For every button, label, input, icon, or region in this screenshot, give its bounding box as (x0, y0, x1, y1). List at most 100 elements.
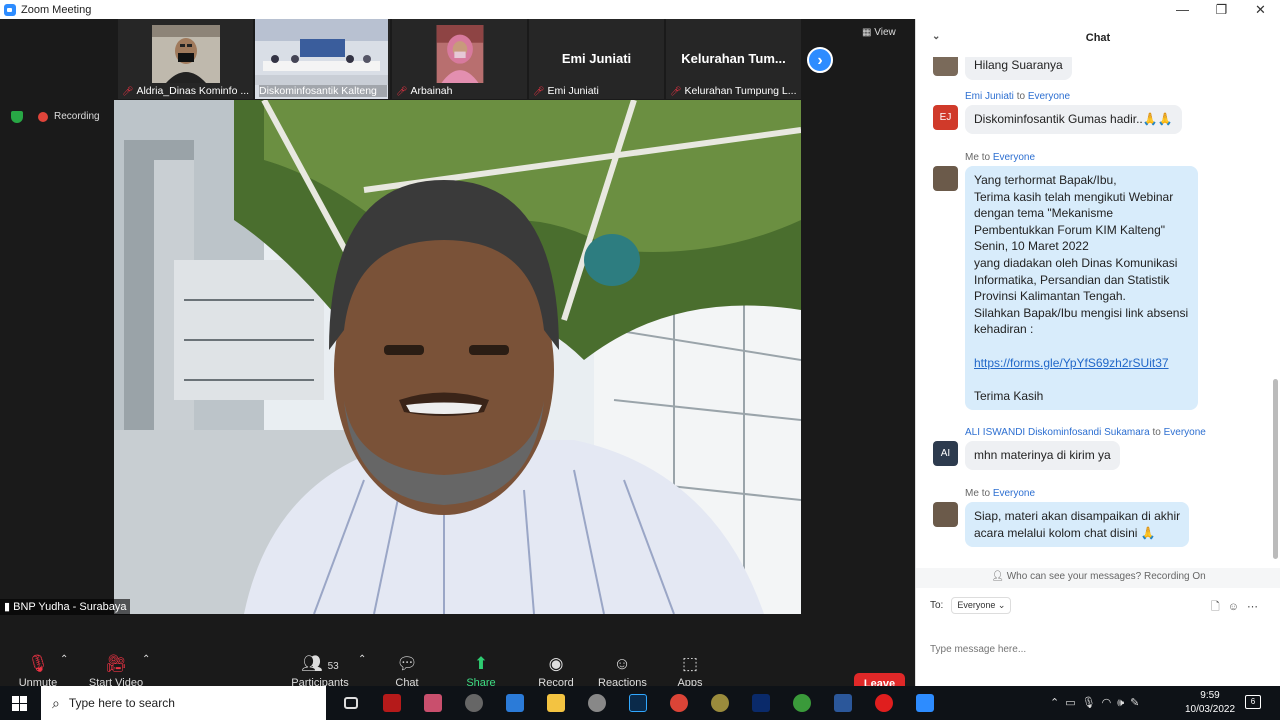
next-page-button[interactable]: › (807, 47, 833, 73)
clock-date: 10/03/2022 (1184, 704, 1236, 715)
message-line: Senin, 10 Maret 2022 (974, 239, 1089, 254)
signal-icon: ▮ (4, 601, 14, 613)
app-3-icon[interactable] (494, 691, 535, 715)
who-can-see-text: Who can see your messages? Recording On (1006, 571, 1206, 582)
opera-icon[interactable] (863, 691, 904, 715)
caret-up-icon: ⌃ (60, 654, 69, 665)
chat-tools: 🗋︎☺⋯ (1211, 598, 1266, 617)
chat-message: Me to Everyone Yang terhormat Bapak/Ibu,… (933, 152, 1263, 411)
message-text: Diskominfosantik Gumas hadir..🙏🙏 (965, 105, 1182, 134)
participant-name: Aldria_Dinas Kominfo ... (136, 85, 250, 97)
apps-button[interactable]: ⬚ Apps (676, 651, 704, 689)
mic-icon[interactable]: 🎙︎ (1082, 697, 1102, 709)
chevron-down-icon: ⌄ (997, 600, 1006, 610)
photoshop-icon[interactable] (740, 691, 781, 715)
volume-icon[interactable]: 🕪︎ (1117, 697, 1130, 709)
video-options-caret[interactable]: ⌃ (142, 647, 150, 673)
wifi-icon[interactable]: ◠ (1102, 697, 1118, 709)
muted-mic-icon: 🎤︎ (670, 86, 682, 96)
minimize-icon[interactable]: — (1163, 0, 1202, 19)
meeting-area: 🎤︎ Aldria_Dinas Kominfo ... Diskominfosan… (0, 19, 915, 705)
participant-display-name: Emi Juniati (561, 51, 632, 66)
word-icon[interactable] (822, 691, 863, 715)
emoji-icon[interactable]: ☺ (1228, 601, 1247, 613)
chat-message: ALI ISWANDI Diskominfosandi Sukamara to … (933, 427, 1263, 470)
chat-message-input[interactable] (930, 619, 1270, 679)
message-text: mhn materinya di kirim ya (965, 441, 1120, 470)
chat-message: Hilang Suaranya (933, 57, 1263, 80)
record-icon: ◉ (548, 654, 564, 673)
app-icon[interactable] (699, 691, 740, 715)
taskbar-clock[interactable]: 9:59 10/03/2022 (1180, 689, 1240, 717)
notification-icon[interactable]: 6 (1245, 695, 1261, 709)
recording-indicator[interactable]: Recording (38, 111, 100, 122)
record-button[interactable]: ◉ Record (538, 651, 574, 689)
pen-icon[interactable]: ✎ (1130, 697, 1145, 709)
recipient-name: Everyone (992, 488, 1036, 499)
chevron-down-icon[interactable]: ⌄ (932, 31, 940, 42)
share-screen-icon: ⬆︎ (473, 654, 489, 673)
recipient-name: Everyone (1027, 91, 1071, 102)
taskbar-search[interactable]: ⌕ Type here to search (41, 686, 326, 720)
form-link[interactable]: https://forms.gle/YpYfS69zh2rSUit37 (974, 356, 1169, 370)
participant-video (436, 25, 483, 83)
participant-name: Emi Juniati (547, 85, 599, 97)
to-label: To: (930, 600, 944, 611)
chrome-icon[interactable] (658, 691, 699, 715)
chat-scrollbar[interactable] (1273, 57, 1278, 562)
chat-message: Me to Everyone Siap, materi akan disampa… (933, 488, 1263, 548)
who-can-see-notice[interactable]: 👤︎ Who can see your messages? Recording … (916, 568, 1280, 588)
photoshop-icon[interactable] (617, 691, 658, 715)
to-word: to (1152, 427, 1161, 438)
window-title: Zoom Meeting (21, 3, 92, 16)
participant-tile[interactable]: 🎤︎ Aldria_Dinas Kominfo ... (118, 19, 253, 99)
chat-messages[interactable]: Hilang Suaranya Emi Juniati to Everyone … (916, 57, 1271, 572)
message-body: Siap, materi akan disampaikan di akhir a… (965, 502, 1190, 548)
chat-button[interactable]: 💬︎ Chat (392, 651, 422, 689)
to-word: to (1016, 91, 1026, 102)
more-icon[interactable]: ⋯ (1247, 601, 1266, 613)
windows-start-icon[interactable] (12, 696, 27, 711)
audio-options-caret[interactable]: ⌃ (60, 647, 68, 673)
participant-name: Kelurahan Tumpung L... (684, 85, 797, 97)
app-icon[interactable] (412, 691, 453, 715)
scrollbar-thumb[interactable] (1273, 379, 1278, 559)
zoom-icon[interactable] (904, 691, 945, 715)
recipient-select[interactable]: Everyone ⌄ (951, 597, 1012, 614)
file-icon[interactable]: 🗋︎ (1211, 601, 1228, 613)
search-icon: ⌕ (52, 694, 60, 711)
participant-tile[interactable]: 🎤︎ Arbainah (392, 19, 527, 99)
task-view-icon[interactable] (330, 691, 371, 715)
battery-icon[interactable]: ▭ (1065, 697, 1081, 709)
maximize-icon[interactable]: ❐ (1202, 0, 1241, 19)
caret-up-icon: ⌃ (358, 654, 367, 665)
message-body: Yang terhormat Bapak/Ibu, Terima kasih t… (965, 166, 1198, 411)
file-explorer-icon[interactable] (535, 691, 576, 715)
speaker-video (114, 100, 801, 614)
message-line: Informatika, Persandian dan Statistik (974, 272, 1170, 287)
close-icon[interactable]: ✕ (1241, 0, 1280, 19)
video-off-icon: 🎥︎ (105, 654, 127, 673)
participants-button[interactable]: 👥︎ 53 Participants (290, 651, 350, 689)
participant-tile[interactable]: Emi Juniati 🎤︎ Emi Juniati (529, 19, 664, 99)
inkscape-icon[interactable] (453, 691, 494, 715)
speaker-name: BNP Yudha - Surabaya (13, 601, 127, 613)
chevron-up-icon[interactable]: ⌃ (1050, 697, 1065, 709)
participant-tile[interactable]: Diskominfosantik Kalteng (255, 19, 390, 99)
participant-tile[interactable]: Kelurahan Tum... 🎤︎ Kelurahan Tumpung L..… (666, 19, 801, 99)
unmute-button[interactable]: 🎙︎ Unmute (18, 651, 58, 689)
security-shield-icon[interactable] (11, 111, 23, 123)
muted-mic-icon: 🎤︎ (396, 86, 408, 96)
recipient-name: Everyone (1163, 427, 1206, 438)
participants-caret[interactable]: ⌃ (358, 647, 366, 673)
message-meta: Me to Everyone (965, 488, 1263, 499)
filezilla-icon[interactable] (371, 691, 412, 715)
view-button[interactable]: ▦ View (862, 27, 896, 38)
chat-message: Emi Juniati to Everyone EJ Diskominfosan… (933, 91, 1263, 134)
message-line: acara melalui kolom chat disini 🙏 (974, 525, 1156, 540)
app-icon[interactable] (781, 691, 822, 715)
reactions-button[interactable]: ☺ Reactions (598, 651, 647, 689)
start-video-button[interactable]: 🎥︎ Start Video (88, 651, 144, 689)
muted-mic-icon: 🎤︎ (122, 86, 134, 96)
app-icon[interactable] (576, 691, 617, 715)
